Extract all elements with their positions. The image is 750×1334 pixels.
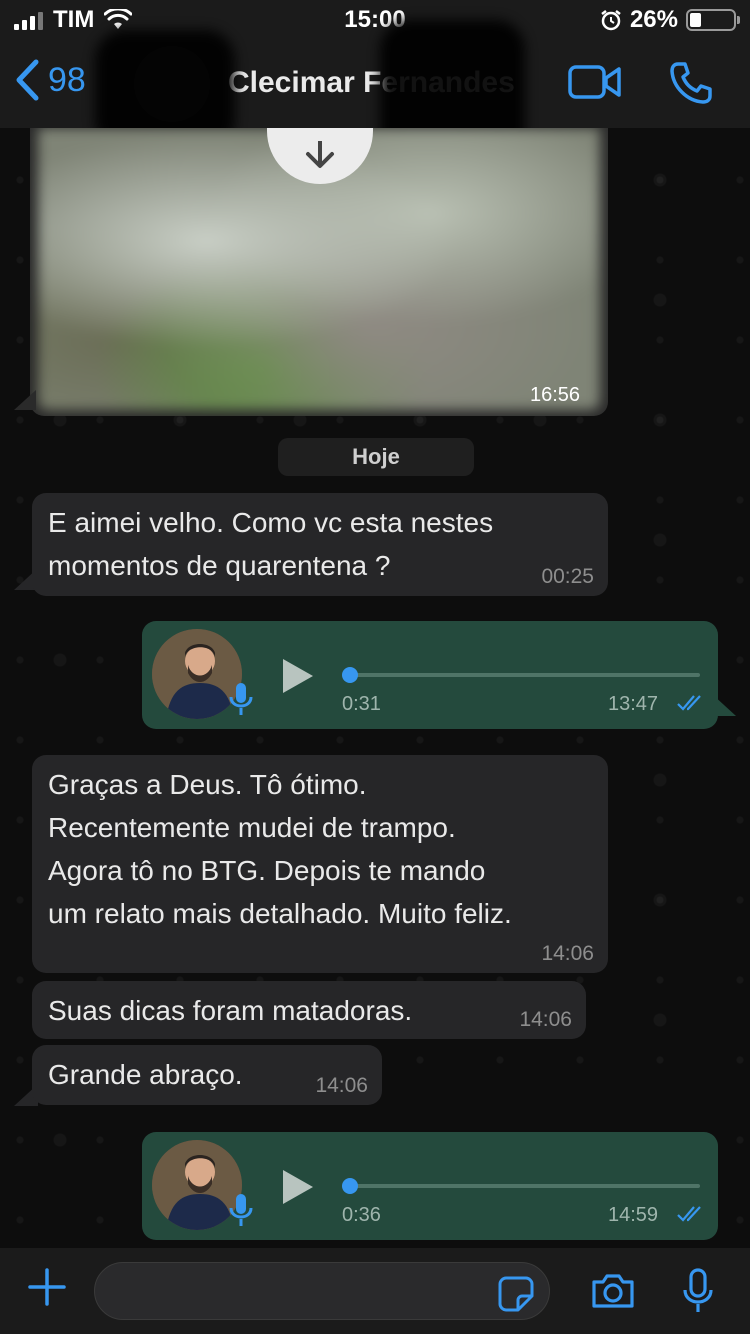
read-receipt-icon <box>676 1204 706 1229</box>
video-call-button[interactable] <box>568 64 622 105</box>
microphone-badge <box>228 681 254 722</box>
battery-percent: 26% <box>629 6 678 33</box>
download-arrow-icon <box>306 141 334 168</box>
microphone-icon <box>229 683 253 715</box>
microphone-badge <box>228 1192 254 1233</box>
microphone-icon <box>683 1268 713 1312</box>
audio-scrubber[interactable] <box>342 1178 358 1194</box>
sticker-button[interactable] <box>498 1276 534 1317</box>
play-button[interactable] <box>280 657 316 700</box>
microphone-icon <box>229 1194 253 1226</box>
camera-icon <box>592 1274 634 1308</box>
record-audio-button[interactable] <box>682 1268 714 1319</box>
sticker-icon <box>498 1276 534 1312</box>
message-time: 16:56 <box>530 384 581 406</box>
incoming-message[interactable]: Grande abraço. 14:06 <box>32 1045 382 1105</box>
message-time: 14:06 <box>315 1074 368 1097</box>
message-text: Suas dicas foram matadoras. <box>48 995 413 1026</box>
unread-count: 98 <box>48 60 86 99</box>
message-time: 14:59 <box>608 1204 659 1226</box>
voice-message: 0:36 14:59 <box>142 1132 718 1240</box>
date-separator: Hoje <box>278 438 474 476</box>
battery-icon <box>686 9 740 31</box>
message-text: E aimei velho. Como vc esta nestes momen… <box>48 507 494 581</box>
plus-icon <box>28 1268 66 1306</box>
back-button[interactable]: 98 <box>14 58 86 102</box>
audio-progress-track[interactable] <box>342 1184 700 1188</box>
composer-bar <box>0 1248 750 1334</box>
message-time: 14:06 <box>541 942 594 965</box>
incoming-message[interactable]: Suas dicas foram matadoras. 14:06 <box>32 981 586 1039</box>
message-input[interactable] <box>94 1262 550 1320</box>
play-button[interactable] <box>280 1168 316 1211</box>
audio-duration: 0:36 <box>342 1204 381 1226</box>
bubble-tail <box>14 390 36 410</box>
message-text: Graças a Deus. Tô ótimo. Recentemente mu… <box>48 769 512 929</box>
alarm-icon <box>601 10 621 31</box>
message-time: 13:47 <box>608 693 659 715</box>
camera-button[interactable] <box>590 1272 636 1315</box>
chevron-left-icon <box>16 59 39 101</box>
audio-progress-track[interactable] <box>342 673 700 677</box>
incoming-message[interactable]: Graças a Deus. Tô ótimo. Recentemente mu… <box>32 755 608 973</box>
phone-icon <box>670 62 712 104</box>
incoming-message[interactable]: E aimei velho. Como vc esta nestes momen… <box>32 493 608 596</box>
message-time: 00:25 <box>541 565 594 588</box>
attach-button[interactable] <box>26 1266 68 1313</box>
play-icon <box>283 659 313 693</box>
play-icon <box>283 1170 313 1204</box>
message-time: 14:06 <box>519 1008 572 1031</box>
audio-scrubber[interactable] <box>342 667 358 683</box>
audio-duration: 0:31 <box>342 693 381 715</box>
video-icon <box>568 65 621 99</box>
voice-call-button[interactable] <box>668 60 714 111</box>
read-receipt-icon <box>676 693 706 718</box>
chat-header: 98 Clecimar Fernandes <box>0 20 750 160</box>
voice-message: 0:31 13:47 <box>142 621 718 729</box>
